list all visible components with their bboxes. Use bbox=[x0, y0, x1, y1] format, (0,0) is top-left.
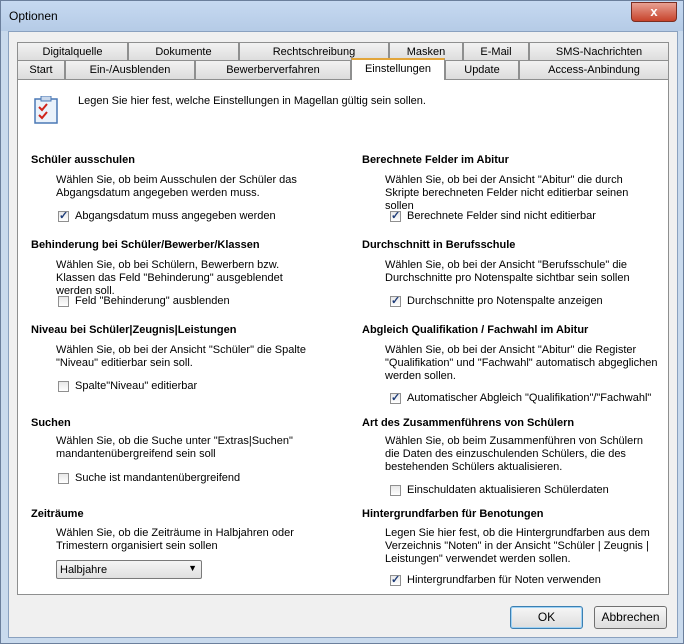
tab-access-anbindung[interactable]: Access-Anbindung bbox=[519, 60, 669, 79]
section-description: Wählen Sie, ob die Suche unter "Extras|S… bbox=[56, 435, 293, 460]
einschuldaten-checkbox[interactable]: Einschuldaten aktualisieren Schülerdaten bbox=[390, 484, 609, 496]
tab-update[interactable]: Update bbox=[445, 60, 519, 79]
section-title: Abgleich Qualifikation / Fachwahl im Abi… bbox=[362, 324, 589, 336]
checkbox-label: Automatischer Abgleich "Qualifikation"/"… bbox=[407, 392, 652, 404]
tab-dokumente[interactable]: Dokumente bbox=[128, 42, 239, 61]
close-button[interactable]: x bbox=[631, 2, 677, 22]
section-description: Wählen Sie, ob bei der Ansicht "Abitur" … bbox=[385, 174, 629, 212]
checkbox-box[interactable] bbox=[390, 391, 401, 404]
tab-e-mail[interactable]: E-Mail bbox=[463, 42, 529, 61]
hintergrundfarben-checkbox[interactable]: Hintergrundfarben für Noten verwenden bbox=[390, 573, 601, 586]
select-value: Halbjahre bbox=[60, 564, 108, 576]
window-title: Optionen bbox=[9, 9, 58, 23]
section-title: Suchen bbox=[31, 417, 71, 429]
chevron-down-icon: ▼ bbox=[188, 563, 197, 573]
section-title: Zeiträume bbox=[31, 508, 84, 520]
section-title: Durchschnitt in Berufsschule bbox=[362, 239, 516, 251]
checkbox-box[interactable] bbox=[58, 209, 69, 222]
tab-sms-nachrichten[interactable]: SMS-Nachrichten bbox=[529, 42, 669, 61]
section-description: Wählen Sie, ob beim Ausschulen der Schül… bbox=[56, 174, 297, 199]
abgleich-checkbox[interactable]: Automatischer Abgleich "Qualifikation"/"… bbox=[390, 391, 652, 404]
section-description: Wählen Sie, ob bei der Ansicht "Abitur" … bbox=[385, 344, 658, 382]
section-description: Wählen Sie, ob bei der Ansicht "Schüler"… bbox=[56, 344, 306, 369]
tab-digitalquelle[interactable]: Digitalquelle bbox=[17, 42, 128, 61]
section-title: Berechnete Felder im Abitur bbox=[362, 154, 509, 166]
section-title: Behinderung bei Schüler/Bewerber/Klassen bbox=[31, 239, 260, 251]
durchschnitte-checkbox[interactable]: Durchschnitte pro Notenspalte anzeigen bbox=[390, 294, 603, 307]
checkbox-label: Durchschnitte pro Notenspalte anzeigen bbox=[407, 295, 603, 307]
ok-button[interactable]: OK bbox=[510, 606, 583, 629]
checkbox-box[interactable] bbox=[390, 209, 401, 222]
checkbox-box[interactable] bbox=[390, 294, 401, 307]
section-description: Legen Sie hier fest, ob die Hintergrundf… bbox=[385, 527, 650, 565]
checkbox-box[interactable] bbox=[390, 573, 401, 586]
section-title: Hintergrundfarben für Benotungen bbox=[362, 508, 544, 520]
tab-ein-ausblenden[interactable]: Ein-/Ausblenden bbox=[65, 60, 195, 79]
suche-checkbox[interactable]: Suche ist mandantenübergreifend bbox=[58, 472, 240, 484]
zeitraeume-select[interactable]: Halbjahre ▼ bbox=[56, 560, 202, 579]
tab-einstellungen[interactable]: Einstellungen bbox=[351, 58, 445, 80]
checkbox-label: Feld "Behinderung" ausblenden bbox=[75, 295, 230, 307]
tab-bewerberverfahren[interactable]: Bewerberverfahren bbox=[195, 60, 351, 79]
tab-start[interactable]: Start bbox=[17, 60, 65, 79]
berechnete-felder-checkbox[interactable]: Berechnete Felder sind nicht editierbar bbox=[390, 209, 596, 222]
checkbox-label: Einschuldaten aktualisieren Schülerdaten bbox=[407, 484, 609, 496]
settings-panel: Legen Sie hier fest, welche Einstellunge… bbox=[17, 79, 669, 595]
checkbox-box[interactable] bbox=[58, 472, 69, 484]
behinderung-checkbox[interactable]: Feld "Behinderung" ausblenden bbox=[58, 295, 230, 307]
section-description: Wählen Sie, ob bei der Ansicht "Berufssc… bbox=[385, 259, 630, 284]
header-text: Legen Sie hier fest, welche Einstellunge… bbox=[78, 95, 426, 107]
section-description: Wählen Sie, ob beim Zusammenführen von S… bbox=[385, 435, 644, 473]
niveau-checkbox[interactable]: Spalte"Niveau" editierbar bbox=[58, 380, 197, 392]
title-bar: Optionen x bbox=[1, 1, 683, 31]
abgangsdatum-checkbox[interactable]: Abgangsdatum muss angegeben werden bbox=[58, 209, 276, 222]
options-dialog: Optionen x Digitalquelle Dokumente Recht… bbox=[0, 0, 684, 644]
checkbox-box[interactable] bbox=[390, 484, 401, 496]
checkbox-label: Spalte"Niveau" editierbar bbox=[75, 380, 198, 392]
checklist-icon bbox=[34, 96, 58, 124]
cancel-button[interactable]: Abbrechen bbox=[594, 606, 667, 629]
checkbox-label: Hintergrundfarben für Noten verwenden bbox=[407, 574, 601, 586]
checkbox-label: Suche ist mandantenübergreifend bbox=[75, 472, 241, 484]
section-title: Schüler ausschulen bbox=[31, 154, 135, 166]
checkbox-label: Berechnete Felder sind nicht editierbar bbox=[407, 210, 596, 222]
section-title: Art des Zusammenführens von Schülern bbox=[362, 417, 575, 429]
checkbox-box[interactable] bbox=[58, 380, 69, 392]
section-title: Niveau bei Schüler|Zeugnis|Leistungen bbox=[31, 324, 237, 336]
section-description: Wählen Sie, ob bei Schülern, Bewerbern b… bbox=[56, 259, 283, 297]
checkbox-label: Abgangsdatum muss angegeben werden bbox=[75, 210, 276, 222]
section-description: Wählen Sie, ob die Zeiträume in Halbjahr… bbox=[56, 527, 294, 552]
checkbox-box[interactable] bbox=[58, 295, 69, 307]
